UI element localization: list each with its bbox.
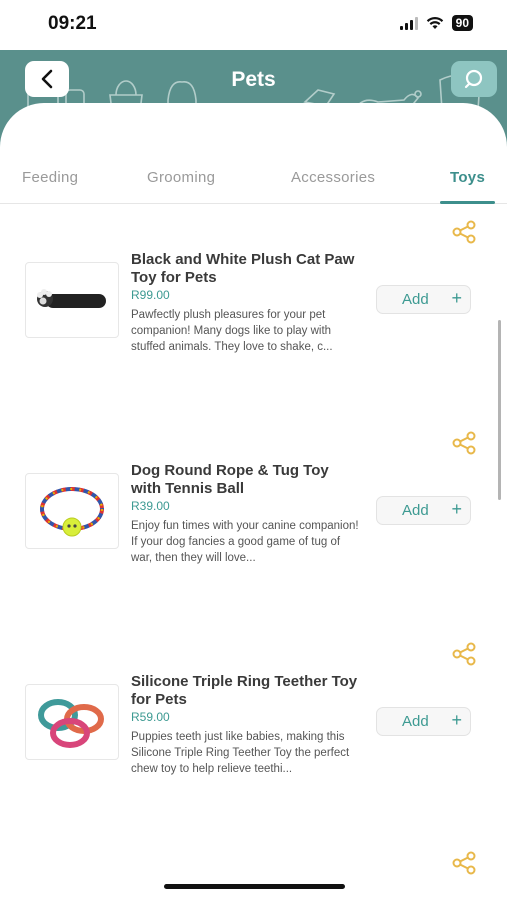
status-time: 09:21 — [48, 13, 97, 34]
add-button[interactable]: Add + — [376, 707, 471, 736]
search-icon — [464, 69, 483, 89]
triple-ring-teether-image — [38, 699, 104, 748]
plush-paw-toy-image — [37, 289, 106, 308]
category-tabs: Feeding Grooming Accessories Toys — [0, 160, 507, 204]
signal-icon — [399, 16, 418, 30]
product-name[interactable]: Silicone Triple Ring Teether Toy for Pet… — [131, 673, 361, 709]
plus-icon: + — [451, 288, 462, 308]
rope-ring-toy-image — [40, 487, 104, 537]
list-item[interactable]: Black and White Plush Cat Paw Toy for Pe… — [0, 205, 507, 416]
list-item[interactable]: Dog Round Rope & Tug Toy with Tennis Bal… — [0, 416, 507, 627]
share-icon[interactable] — [451, 641, 477, 667]
product-description: Enjoy fun times with your canine compani… — [131, 520, 359, 564]
product-list: Black and White Plush Cat Paw Toy for Pe… — [0, 205, 507, 900]
search-button[interactable] — [451, 61, 497, 97]
product-price: R59.00 — [131, 710, 170, 724]
share-icon[interactable] — [451, 219, 477, 245]
product-description: Puppies teeth just like babies, making t… — [131, 731, 350, 775]
product-name[interactable]: Black and White Plush Cat Paw Toy for Pe… — [131, 251, 361, 287]
tab-accessories[interactable]: Accessories — [291, 169, 375, 186]
product-price: R99.00 — [131, 288, 170, 302]
share-icon[interactable] — [451, 430, 477, 456]
add-button-label: Add — [402, 291, 429, 308]
plus-icon: + — [451, 499, 462, 519]
share-icon[interactable] — [451, 850, 477, 876]
scrollbar[interactable] — [498, 320, 501, 500]
list-item[interactable]: Silicone Triple Ring Teether Toy for Pet… — [0, 627, 507, 838]
product-image[interactable] — [25, 684, 119, 760]
tab-grooming[interactable]: Grooming — [147, 169, 215, 186]
product-image[interactable] — [25, 262, 119, 338]
product-name[interactable]: Dog Round Rope & Tug Toy with Tennis Bal… — [131, 462, 361, 498]
tab-toys[interactable]: Toys — [450, 169, 485, 186]
home-indicator[interactable] — [164, 884, 345, 889]
page-title: Pets — [231, 68, 276, 91]
battery-indicator: 90 — [451, 15, 473, 31]
active-tab-indicator — [440, 201, 495, 204]
status-bar: 09:21 90 — [0, 0, 507, 50]
plus-icon: + — [451, 710, 462, 730]
tab-feeding[interactable]: Feeding — [22, 169, 78, 186]
product-description: Pawfectly plush pleasures for your pet c… — [131, 309, 333, 353]
add-button-label: Add — [402, 502, 429, 519]
product-price: R39.00 — [131, 499, 170, 513]
add-button-label: Add — [402, 713, 429, 730]
product-image[interactable] — [25, 473, 119, 549]
add-button[interactable]: Add + — [376, 285, 471, 314]
add-button[interactable]: Add + — [376, 496, 471, 525]
wifi-icon — [426, 17, 443, 29]
status-icons: 90 — [399, 15, 473, 31]
